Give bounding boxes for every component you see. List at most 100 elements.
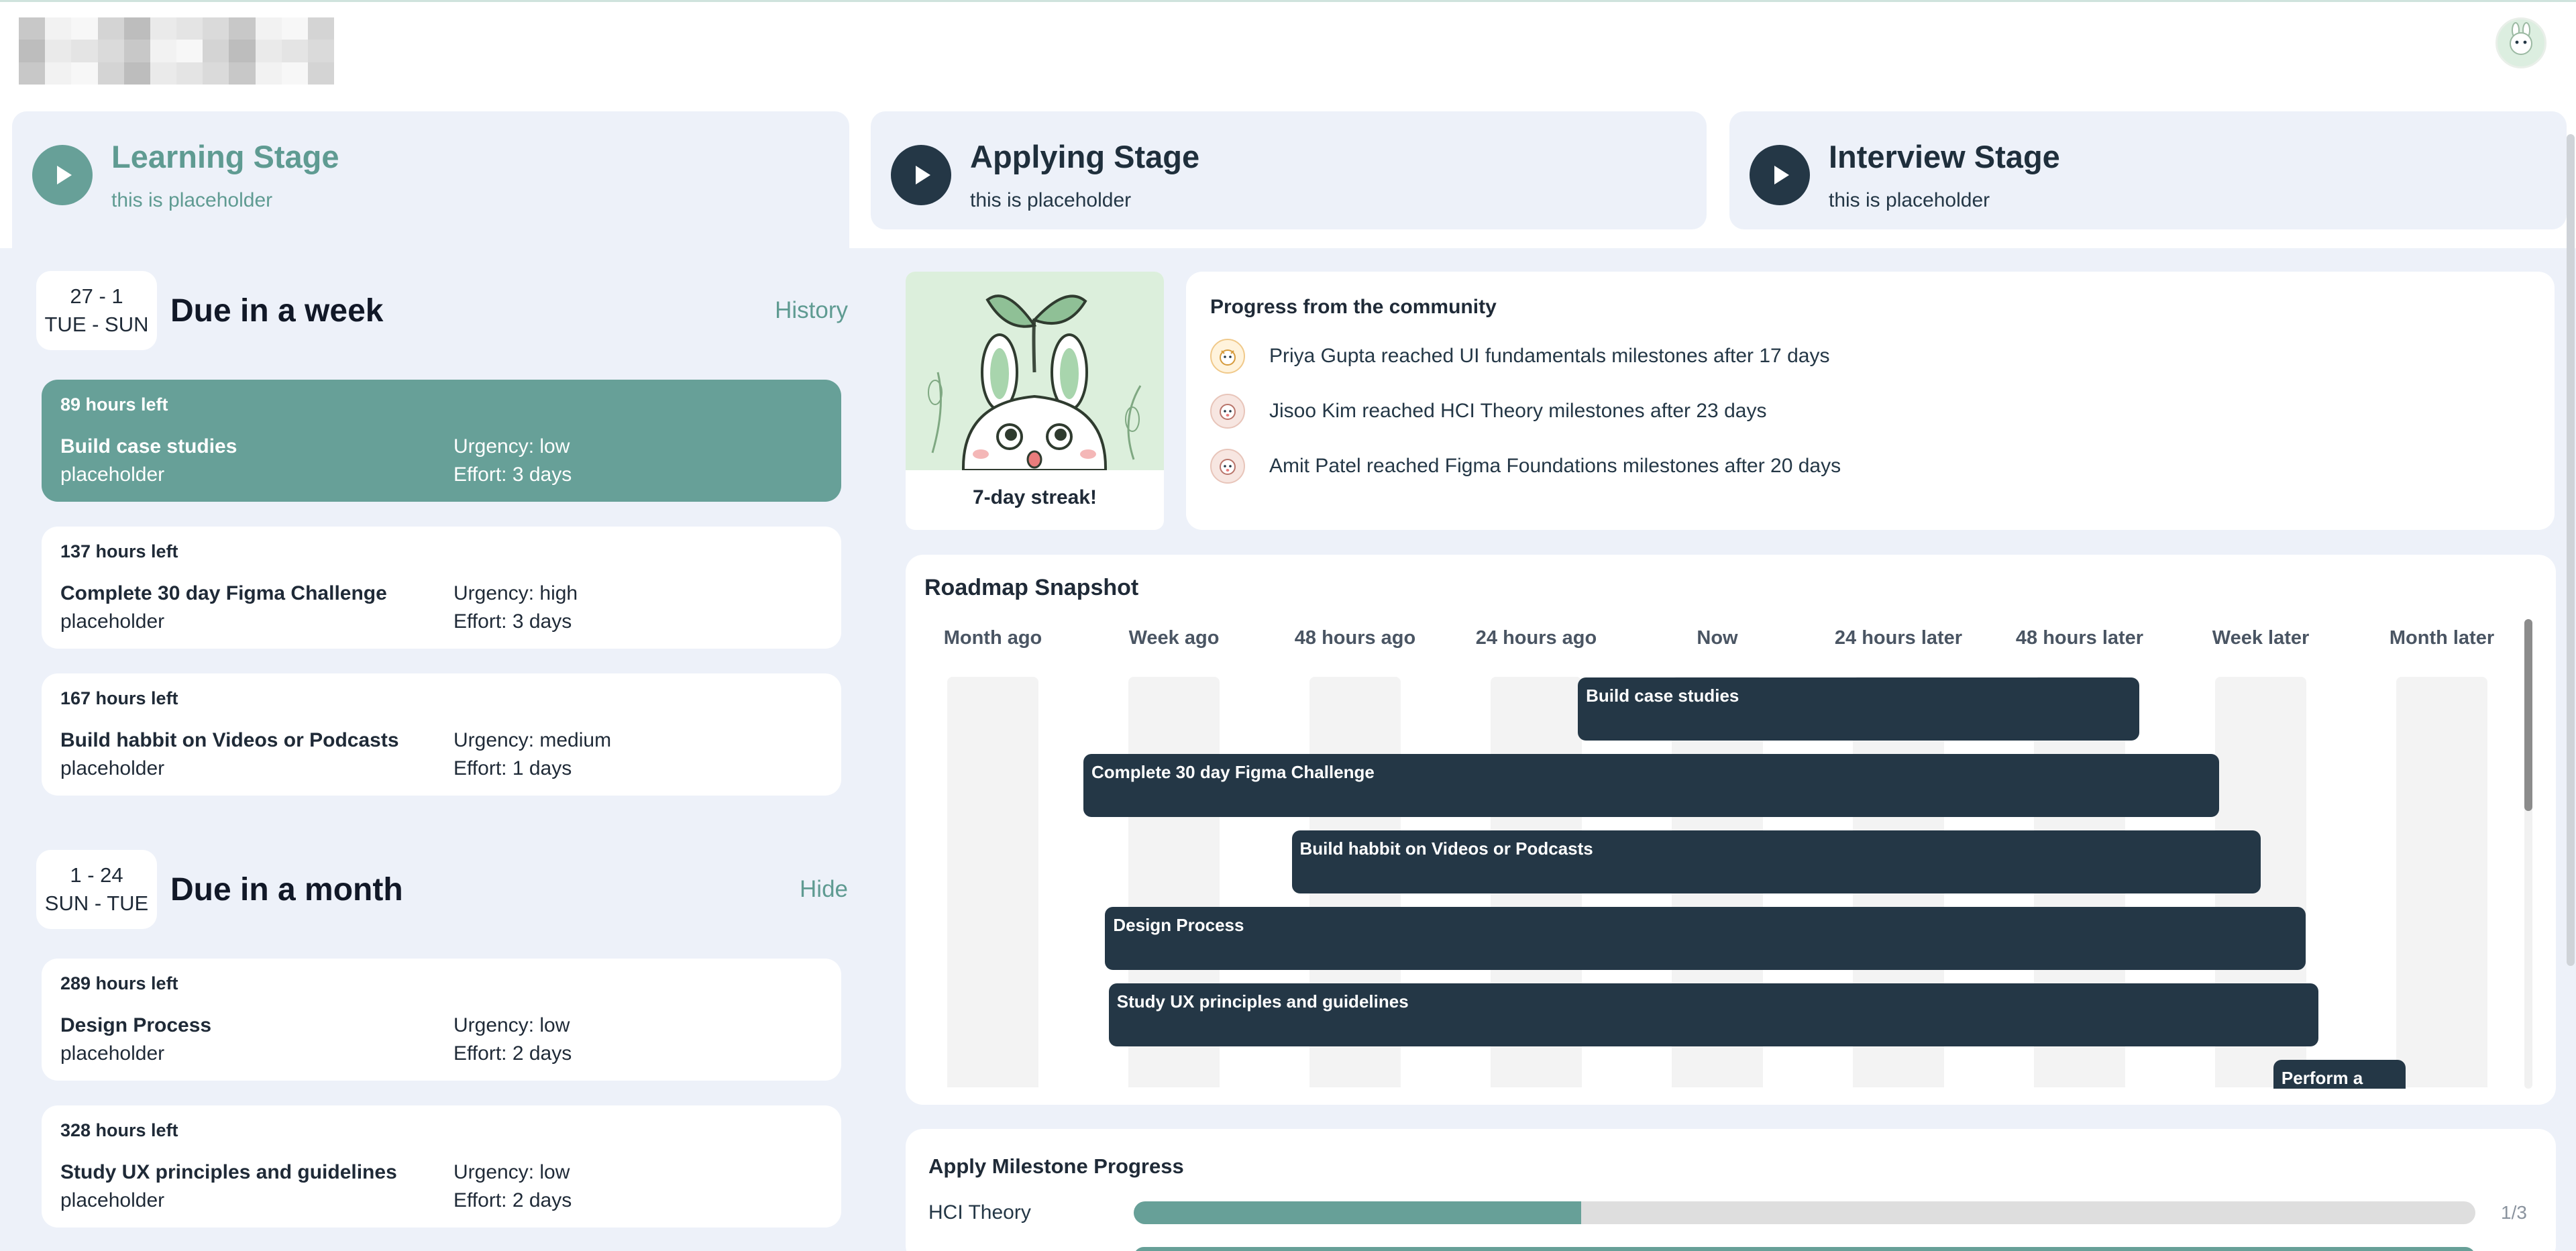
task-name: Design Process xyxy=(60,1014,212,1036)
hours-left: 328 hours left xyxy=(60,1120,178,1140)
play-icon xyxy=(891,145,951,205)
tab-applying-stage[interactable]: Applying Stage this is placeholder xyxy=(871,111,1707,229)
task-effort: Effort: 2 days xyxy=(453,1042,572,1065)
task-note: placeholder xyxy=(60,610,165,633)
logo-pixel xyxy=(307,62,334,85)
hours-left: 167 hours left xyxy=(60,688,178,708)
roadmap-time-label: Month ago xyxy=(943,627,1042,649)
stage-title: Applying Stage xyxy=(970,139,1200,174)
task-name: Study UX principles and guidelines xyxy=(60,1161,397,1183)
task-name: Build habbit on Videos or Podcasts xyxy=(60,729,399,751)
task-effort: Effort: 1 days xyxy=(453,757,572,779)
task-effort: Effort: 3 days xyxy=(453,464,572,486)
logo-pixel xyxy=(255,17,282,40)
task-card[interactable]: 137 hours left Complete 30 day Figma Cha… xyxy=(42,527,841,649)
roadmap-title: Roadmap Snapshot xyxy=(924,575,1139,600)
logo-pixel xyxy=(123,62,150,85)
task-note: placeholder xyxy=(60,1042,165,1065)
roadmap-task-bar[interactable]: Study UX principles and guidelines xyxy=(1108,983,2319,1046)
roadmap-time-label: Now xyxy=(1697,627,1738,649)
task-note: placeholder xyxy=(60,464,165,486)
date-range: 1 - 24 xyxy=(70,863,123,887)
logo-pixel xyxy=(176,17,203,40)
user-avatar-icon xyxy=(1210,449,1245,484)
logo-pixel xyxy=(203,40,229,62)
logo-pixel xyxy=(307,17,334,40)
play-icon xyxy=(32,145,93,205)
logo-pixel xyxy=(176,40,203,62)
community-item: Amit Patel reached Figma Foundations mil… xyxy=(1210,449,2530,484)
roadmap-time-label: Month later xyxy=(2389,627,2495,649)
tab-interview-stage[interactable]: Interview Stage this is placeholder xyxy=(1729,111,2567,229)
roadmap-time-label: 48 hours later xyxy=(2015,627,2144,649)
date-range-badge: 1 - 24 SUN - TUE xyxy=(36,850,157,929)
hours-left: 137 hours left xyxy=(60,541,178,561)
logo-pixel xyxy=(97,17,124,40)
logo-pixel xyxy=(255,62,282,85)
user-avatar[interactable] xyxy=(2496,17,2546,68)
hide-link[interactable]: Hide xyxy=(800,876,848,903)
roadmap-column xyxy=(947,677,1038,1087)
roadmap-task-bar[interactable]: Build habbit on Videos or Podcasts xyxy=(1291,830,2261,893)
roadmap-task-bar[interactable]: Complete 30 day Figma Challenge xyxy=(1083,754,2219,817)
community-title: Progress from the community xyxy=(1210,296,1497,318)
logo-pixel xyxy=(97,62,124,85)
roadmap-task-bar[interactable]: Design Process xyxy=(1105,907,2306,970)
day-range: TUE - SUN xyxy=(44,313,149,336)
logo-pixel xyxy=(307,40,334,62)
logo-pixel xyxy=(150,40,176,62)
logo-pixel xyxy=(123,40,150,62)
top-accent-line xyxy=(0,0,2576,2)
logo-pixel xyxy=(45,17,72,40)
task-name: Complete 30 day Figma Challenge xyxy=(60,582,387,604)
logo-pixel xyxy=(19,62,46,85)
task-card[interactable]: 89 hours left Build case studies placeho… xyxy=(42,380,841,502)
hours-left: 89 hours left xyxy=(60,394,168,415)
stage-title: Learning Stage xyxy=(111,139,339,174)
task-name: Build case studies xyxy=(60,435,237,457)
logo-pixel xyxy=(281,62,308,85)
task-urgency: Urgency: low xyxy=(453,1014,570,1036)
logo-pixel xyxy=(281,40,308,62)
logo-pixel xyxy=(19,17,46,40)
task-card[interactable]: 167 hours left Build habbit on Videos or… xyxy=(42,673,841,796)
task-card[interactable]: 328 hours left Study UX principles and g… xyxy=(42,1105,841,1228)
logo-pixel xyxy=(176,62,203,85)
roadmap-snapshot-card: Roadmap Snapshot Month ago Week ago 48 hou… xyxy=(906,555,2556,1105)
roadmap-task-bar[interactable]: Build case studies xyxy=(1578,677,2140,741)
page-scrollbar[interactable] xyxy=(2567,134,2575,966)
day-range: SUN - TUE xyxy=(44,891,149,915)
milestone-progress-bar xyxy=(1134,1201,2475,1224)
community-text: Priya Gupta reached UI fundamentals mile… xyxy=(1269,345,1830,367)
due-month-header: 1 - 24 SUN - TUE Due in a month Hide xyxy=(36,850,848,929)
task-effort: Effort: 2 days xyxy=(453,1189,572,1211)
roadmap-task-bar[interactable]: Perform a xyxy=(2273,1060,2406,1089)
logo-pixel xyxy=(97,40,124,62)
milestone-name: HCI Theory xyxy=(928,1201,1031,1223)
roadmap-scrollbar[interactable] xyxy=(2524,619,2532,1089)
logo-pixel xyxy=(45,40,72,62)
task-urgency: Urgency: high xyxy=(453,582,578,604)
stage-subtitle: this is placeholder xyxy=(970,189,1132,212)
task-note: placeholder xyxy=(60,757,165,779)
date-range-badge: 27 - 1 TUE - SUN xyxy=(36,271,157,350)
logo-pixel xyxy=(281,17,308,40)
task-note: placeholder xyxy=(60,1189,165,1211)
logo-pixel xyxy=(203,17,229,40)
history-link[interactable]: History xyxy=(775,297,848,324)
tab-learning-stage[interactable]: Learning Stage this is placeholder xyxy=(12,111,849,252)
logo-pixel xyxy=(123,17,150,40)
due-week-header: 27 - 1 TUE - SUN Due in a week History xyxy=(36,271,848,350)
app-logo[interactable] xyxy=(19,17,334,85)
task-urgency: Urgency: medium xyxy=(453,729,612,751)
community-text: Jisoo Kim reached HCI Theory milestones … xyxy=(1269,400,1767,422)
community-progress-card: Progress from the community Priya Gupta … xyxy=(1186,272,2555,530)
community-item: Jisoo Kim reached HCI Theory milestones … xyxy=(1210,394,2530,429)
user-avatar-icon xyxy=(1210,339,1245,374)
task-card[interactable]: 289 hours left Design Process placeholde… xyxy=(42,959,841,1081)
logo-pixel xyxy=(203,62,229,85)
logo-pixel xyxy=(45,62,72,85)
community-item: Priya Gupta reached UI fundamentals mile… xyxy=(1210,339,2530,374)
logo-pixel xyxy=(229,62,256,85)
scrollbar-thumb[interactable] xyxy=(2524,619,2532,811)
